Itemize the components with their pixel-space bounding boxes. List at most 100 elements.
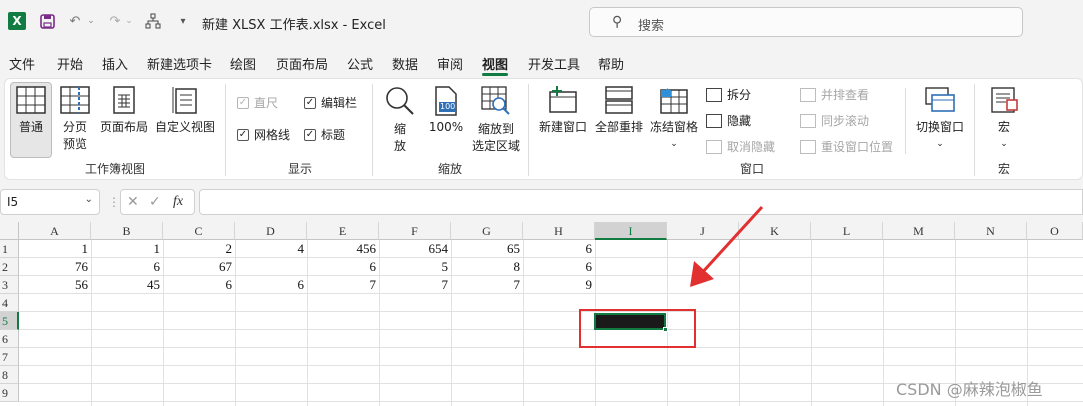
arrange-all-button[interactable]: 全部重排 [592, 86, 646, 135]
cell-d2[interactable] [235, 258, 307, 276]
view-side-by-side-button[interactable]: 并排查看 [800, 86, 869, 103]
freeze-panes-button[interactable]: * 冻结窗格 ⌄ [648, 86, 700, 149]
split-button[interactable]: 拆分 [706, 86, 751, 103]
cancel-icon[interactable]: ✕ [127, 194, 139, 210]
show-group-label: 显示 [287, 162, 312, 176]
cell-g1[interactable]: 65 [451, 240, 523, 258]
cell-a3[interactable]: 56 [19, 276, 91, 294]
cell-e3[interactable]: 7 [307, 276, 379, 294]
redo-icon[interactable]: ↷ [106, 12, 124, 30]
cell-a2[interactable]: 76 [19, 258, 91, 276]
chevron-down-icon[interactable]: ⌄ [85, 194, 93, 205]
sync-scrolling-button[interactable]: 同步滚动 [800, 112, 869, 129]
redo-dropdown-icon[interactable]: ⌄ [124, 12, 134, 30]
cell-e2[interactable]: 6 [307, 258, 379, 276]
cell-f2[interactable]: 5 [379, 258, 451, 276]
cell-h1[interactable]: 6 [523, 240, 595, 258]
undo-dropdown-icon[interactable]: ⌄ [86, 12, 96, 30]
cell-h3[interactable]: 9 [523, 276, 595, 294]
reset-window-position-button[interactable]: 重设窗口位置 [800, 138, 893, 155]
row-header-4[interactable]: 4 [0, 294, 19, 312]
cell-e1[interactable]: 456 [307, 240, 379, 258]
tab-new-tab[interactable]: 新建选项卡 [147, 54, 212, 73]
workbook-views-group-label: 工作簿视图 [84, 162, 145, 176]
column-header-n[interactable]: N [955, 222, 1027, 240]
cell-g3[interactable]: 7 [451, 276, 523, 294]
row-header-7[interactable]: 7 [0, 348, 19, 366]
cell-c2[interactable]: 67 [163, 258, 235, 276]
tab-data[interactable]: 数据 [392, 54, 418, 73]
cell-g2[interactable]: 8 [451, 258, 523, 276]
column-header-h[interactable]: H [523, 222, 595, 240]
zoom-to-selection-button[interactable]: 缩放到 选定区域 [470, 86, 522, 154]
hide-button[interactable]: 隐藏 [706, 112, 751, 129]
macros-button[interactable]: 宏 ⌄ [984, 86, 1024, 149]
gridline [19, 329, 1083, 330]
hierarchy-icon[interactable] [144, 12, 162, 30]
column-header-d[interactable]: D [235, 222, 307, 240]
tab-formulas[interactable]: 公式 [347, 54, 373, 73]
zoom-100-button[interactable]: 100 100% [426, 86, 466, 134]
column-header-m[interactable]: M [883, 222, 955, 240]
headings-checkbox[interactable]: ✓ 标题 [304, 126, 345, 143]
column-header-i[interactable]: I [595, 222, 667, 240]
tab-home[interactable]: 开始 [57, 54, 83, 73]
column-header-l[interactable]: L [811, 222, 883, 240]
page-layout-view-button[interactable]: 页面布局 [98, 86, 150, 135]
column-header-c[interactable]: C [163, 222, 235, 240]
zoom-button[interactable]: 缩 放 [384, 86, 416, 154]
cell-a1[interactable]: 1 [19, 240, 91, 258]
customize-toolbar-icon[interactable]: ▾ [174, 12, 192, 30]
custom-views-button[interactable]: 自定义视图 [154, 86, 216, 135]
cell-c1[interactable]: 2 [163, 240, 235, 258]
tab-insert[interactable]: 插入 [102, 54, 128, 73]
switch-windows-button[interactable]: 切换窗口 ⌄ [912, 86, 968, 149]
row-header-8[interactable]: 8 [0, 366, 19, 384]
column-header-a[interactable]: A [19, 222, 91, 240]
tab-page-layout[interactable]: 页面布局 [276, 54, 328, 73]
row-header-1[interactable]: 1 [0, 240, 19, 258]
enter-check-icon[interactable]: ✓ [149, 194, 161, 210]
cell-b2[interactable]: 6 [91, 258, 163, 276]
cell-b3[interactable]: 45 [91, 276, 163, 294]
row-header-6[interactable]: 6 [0, 330, 19, 348]
new-window-button[interactable]: 新建窗口 [536, 86, 590, 135]
tab-view[interactable]: 视图 [482, 54, 508, 73]
cell-c3[interactable]: 6 [163, 276, 235, 294]
row-header-3[interactable]: 3 [0, 276, 19, 294]
column-header-f[interactable]: F [379, 222, 451, 240]
tab-review[interactable]: 审阅 [437, 54, 463, 73]
drag-handle-icon[interactable]: ⋮ [108, 195, 120, 209]
cell-f3[interactable]: 7 [379, 276, 451, 294]
cell-d3[interactable]: 6 [235, 276, 307, 294]
select-all-corner[interactable] [0, 222, 19, 240]
unhide-button[interactable]: 取消隐藏 [706, 138, 775, 155]
row-header-2[interactable]: 2 [0, 258, 19, 276]
undo-icon[interactable]: ↶ [66, 12, 84, 30]
save-icon[interactable] [38, 12, 56, 30]
ruler-checkbox[interactable]: ✓ 直尺 [237, 94, 278, 111]
cell-b1[interactable]: 1 [91, 240, 163, 258]
formula-input[interactable] [199, 189, 1083, 215]
highlight-box [579, 309, 696, 348]
cell-d1[interactable]: 4 [235, 240, 307, 258]
column-header-e[interactable]: E [307, 222, 379, 240]
search-box[interactable]: ⚲ 搜索 [589, 7, 1023, 37]
name-box[interactable]: I5 ⌄ [0, 189, 100, 215]
column-header-g[interactable]: G [451, 222, 523, 240]
tab-developer[interactable]: 开发工具 [528, 54, 580, 73]
zoom-selection-line2: 选定区域 [471, 139, 520, 153]
gridlines-checkbox[interactable]: ✓ 网格线 [237, 126, 290, 143]
column-header-o[interactable]: O [1027, 222, 1083, 240]
page-break-preview-button[interactable]: 分页 预览 [58, 86, 92, 152]
column-header-b[interactable]: B [91, 222, 163, 240]
cell-h2[interactable]: 6 [523, 258, 595, 276]
tab-help[interactable]: 帮助 [598, 54, 624, 73]
cell-f1[interactable]: 654 [379, 240, 451, 258]
tab-file[interactable]: 文件 [9, 54, 35, 73]
row-header-9[interactable]: 9 [0, 384, 19, 402]
insert-function-icon[interactable]: fx [173, 194, 183, 210]
row-header-5[interactable]: 5 [0, 312, 19, 330]
formula-bar-checkbox[interactable]: ✓ 编辑栏 [304, 94, 357, 111]
tab-draw[interactable]: 绘图 [230, 54, 256, 73]
